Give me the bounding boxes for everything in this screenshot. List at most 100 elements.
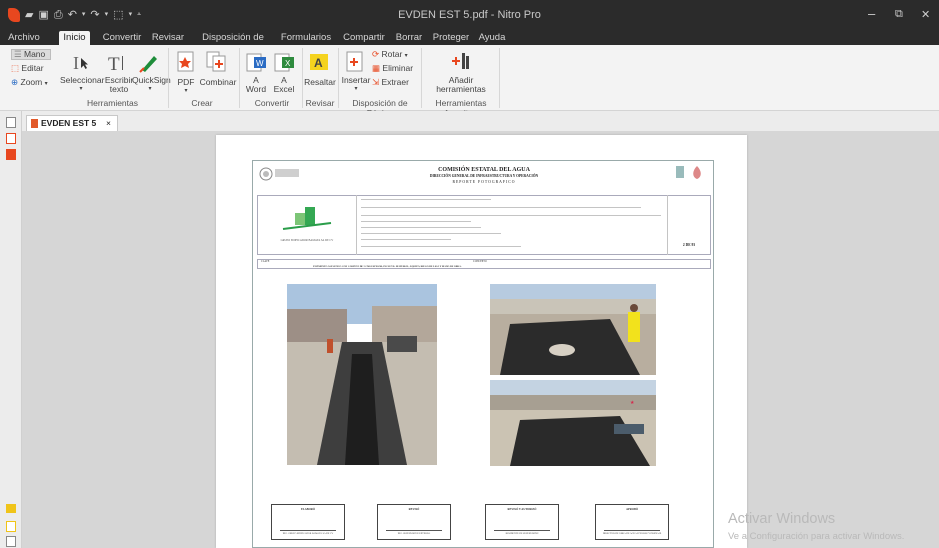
zoom-icon: ⊕ bbox=[11, 77, 19, 87]
signature-title: APROBÓ bbox=[626, 508, 638, 511]
svg-text:A: A bbox=[314, 56, 323, 70]
chevron-down-icon: ▾ bbox=[79, 86, 83, 92]
word-icon: W bbox=[246, 51, 268, 73]
construction-photo-worker bbox=[490, 284, 656, 375]
contractor-logo-icon bbox=[281, 205, 333, 231]
signature-line bbox=[604, 530, 660, 531]
quicksign-button[interactable]: QuickSign ▾ bbox=[132, 76, 171, 94]
title-bar: ▰ ▣ ⎙ ↶ ▾ ↷ ▾ ⬚ ▾ ⩡ EVDEN EST 5.pdf - Ni… bbox=[0, 0, 939, 31]
extract-icon: ⇲ bbox=[372, 77, 380, 87]
minimize-button[interactable]: – bbox=[868, 6, 875, 21]
window-title: EVDEN EST 5.pdf - Nitro Pro bbox=[398, 9, 541, 21]
group-label-crear: Crear bbox=[191, 98, 213, 108]
chevron-down-icon: ▾ bbox=[148, 86, 152, 92]
tab-disposicion[interactable]: Disposición de Página bbox=[190, 31, 276, 56]
hand-tool-label: Mano bbox=[24, 49, 46, 59]
windows-activation-subtitle: Ve a Configuración para activar Windows. bbox=[728, 531, 905, 542]
pdf-page[interactable]: COMISIÓN ESTATAL DEL AGUA DIRECCIÓN GENE… bbox=[216, 135, 747, 548]
text-line bbox=[361, 227, 481, 228]
chevron-down-icon: ▾ bbox=[404, 53, 408, 59]
group-label-convertir: Convertir bbox=[254, 98, 290, 108]
page-number: 2 DE 93 bbox=[682, 243, 696, 247]
ribbon-separator bbox=[338, 48, 339, 108]
signature-title: REVISÓ bbox=[408, 508, 420, 511]
highlight-label: Resaltar bbox=[304, 77, 336, 87]
chevron-down-icon: ▾ bbox=[44, 81, 48, 87]
pdf-file-icon bbox=[31, 119, 38, 128]
group-label-revisar: Revisar bbox=[305, 98, 335, 108]
menu-bar: Archivo Inicio Convertir Revisar Disposi… bbox=[0, 31, 939, 56]
bookmarks-panel-icon[interactable] bbox=[6, 133, 16, 144]
close-button[interactable]: ✕ bbox=[921, 8, 930, 21]
delete-button[interactable]: ▦ Eliminar bbox=[372, 64, 416, 73]
highlight-button[interactable]: Resaltar bbox=[304, 78, 336, 87]
tab-inicio[interactable]: Inicio bbox=[59, 31, 90, 45]
svg-text:★: ★ bbox=[630, 400, 635, 406]
attachments-panel-icon[interactable] bbox=[6, 149, 16, 160]
report-title: REPORTE FOTOGRAFICO bbox=[452, 180, 516, 184]
to-word-button[interactable]: A Word bbox=[244, 76, 268, 94]
signature-line bbox=[494, 530, 550, 531]
tab-formularios[interactable]: Formularios bbox=[280, 31, 332, 45]
select-label: Seleccionar bbox=[60, 75, 105, 85]
pdf-button[interactable]: PDF ▾ bbox=[172, 78, 200, 96]
text-line bbox=[361, 233, 501, 234]
svg-text:I: I bbox=[73, 53, 79, 71]
tab-ayuda[interactable]: Ayuda bbox=[476, 31, 508, 45]
combine-icon bbox=[206, 51, 228, 73]
type-text-label-2: texto bbox=[109, 84, 129, 94]
document-tab-strip bbox=[0, 111, 939, 129]
extract-button[interactable]: ⇲ Extraer bbox=[372, 78, 412, 87]
pages-panel-icon[interactable] bbox=[6, 117, 16, 128]
rotate-icon: ⟳ bbox=[372, 49, 380, 59]
ribbon-separator bbox=[168, 48, 169, 108]
quicksign-pen-icon bbox=[138, 52, 160, 74]
signature-name: ING. GRUPO EDIFICADOR BAMAYA SA DE CV bbox=[282, 532, 334, 535]
tab-archivo[interactable]: Archivo bbox=[4, 31, 44, 45]
insert-button[interactable]: Insertar ▾ bbox=[340, 76, 372, 94]
signature-name: RESIDENTE DE SUPERVISIÓN bbox=[505, 532, 539, 535]
tab-proteger[interactable]: Proteger bbox=[428, 31, 474, 45]
combine-button[interactable]: Combinar bbox=[198, 78, 238, 87]
table-divider bbox=[667, 195, 668, 255]
tab-revisar[interactable]: Revisar bbox=[148, 31, 188, 45]
to-excel-button[interactable]: A Excel bbox=[272, 76, 296, 94]
tab-borrar[interactable]: Borrar bbox=[392, 31, 426, 45]
signature-line bbox=[386, 530, 442, 531]
concept-text: PAVIMENTO ASFALTICO CON CARPETA DE 5 CMS… bbox=[313, 265, 462, 268]
highlight-icon: A bbox=[309, 53, 329, 71]
maximize-button[interactable]: ⧉ bbox=[895, 8, 903, 21]
signature-box-autorizo: REVISÓ Y AUTORIZÓ RESIDENTE DE SUPERVISI… bbox=[485, 504, 559, 540]
tab-convertir[interactable]: Convertir bbox=[97, 31, 147, 45]
close-tab-button[interactable]: × bbox=[106, 116, 111, 130]
signature-title: ELABORÓ bbox=[301, 508, 315, 511]
table-divider bbox=[356, 195, 357, 255]
svg-text:W: W bbox=[256, 59, 264, 68]
contractor-name: GRUPO EDIFICADOR BAMAYA SA DE CV bbox=[280, 239, 334, 242]
windows-activation-title: Activar Windows bbox=[728, 511, 836, 527]
edit-icon: ⬚ bbox=[11, 63, 20, 73]
rotate-button[interactable]: ⟳ Rotar ▾ bbox=[372, 50, 412, 61]
attachment-clip-icon[interactable] bbox=[6, 521, 16, 532]
select-text-icon: I bbox=[72, 53, 88, 73]
layers-panel-icon[interactable] bbox=[6, 536, 16, 547]
text-line bbox=[361, 221, 471, 222]
signature-name: ING. SUPERVISIÓN EXTERNA bbox=[397, 532, 431, 535]
document-tab[interactable]: EVDEN EST 5 × bbox=[26, 115, 118, 131]
construction-photo-street bbox=[287, 284, 437, 465]
select-button[interactable]: Seleccionar ▾ bbox=[60, 75, 105, 94]
delete-icon: ▦ bbox=[372, 63, 381, 73]
edit-button[interactable]: ⬚ Editar bbox=[11, 64, 51, 73]
zoom-button[interactable]: ⊕ Zoom ▾ bbox=[11, 78, 55, 89]
report-sheet: COMISIÓN ESTATAL DEL AGUA DIRECCIÓN GENE… bbox=[252, 160, 714, 548]
signature-line bbox=[280, 530, 336, 531]
left-side-panel bbox=[0, 111, 22, 548]
hand-tool-button[interactable]: ☰ Mano bbox=[11, 49, 51, 60]
pdf-label: PDF bbox=[177, 77, 195, 87]
type-text-button[interactable]: Escribir texto bbox=[104, 76, 134, 94]
tab-compartir[interactable]: Compartir bbox=[340, 31, 388, 45]
org-subtitle: DIRECCIÓN GENERAL DE INFRAESTRUCTURA Y O… bbox=[429, 174, 539, 178]
comments-panel-icon[interactable] bbox=[6, 504, 16, 513]
type-text-icon: T bbox=[108, 52, 128, 75]
add-tools-button[interactable]: Añadir herramientas bbox=[426, 76, 496, 94]
